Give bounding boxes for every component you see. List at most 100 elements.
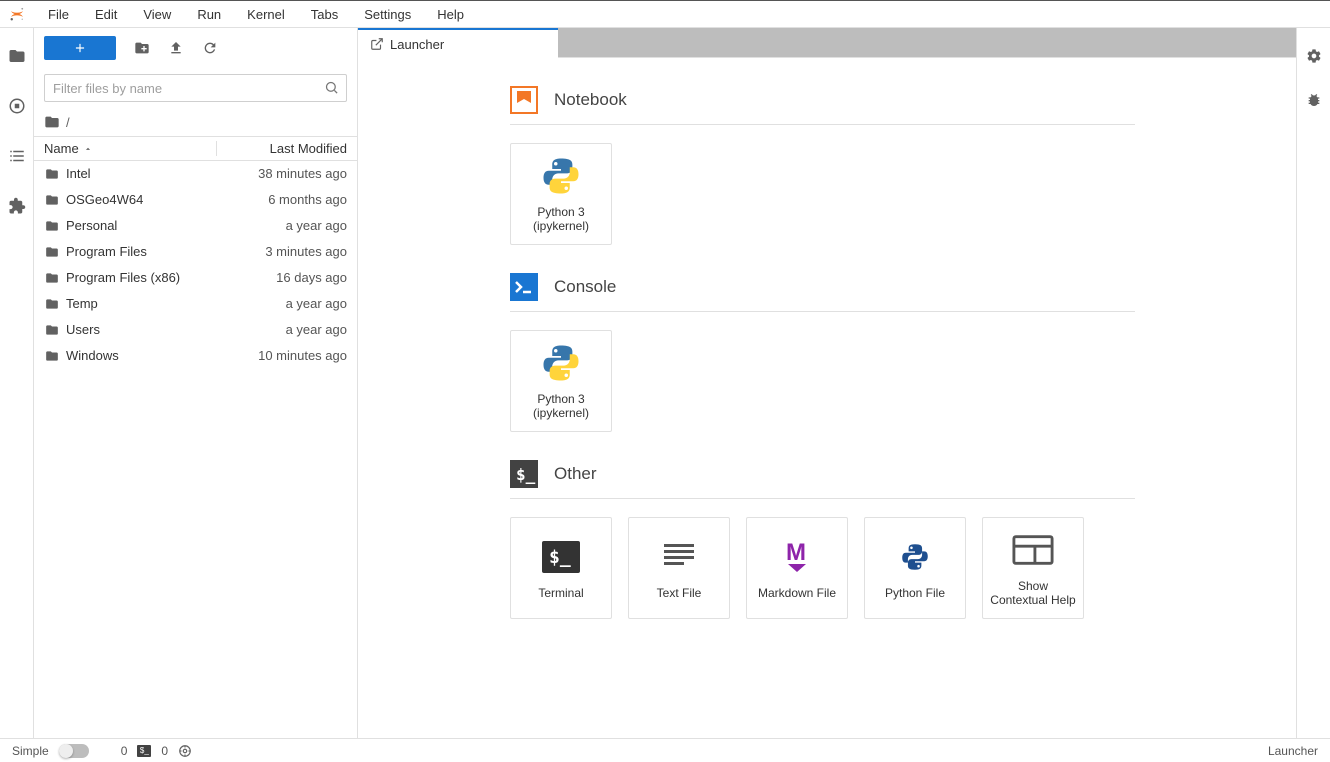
file-modified: 16 days ago [212,269,347,287]
menu-file[interactable]: File [38,4,79,25]
filebrowser-toolbar [34,28,357,60]
file-modified: a year ago [212,217,347,235]
menu-view[interactable]: View [133,4,181,25]
menu-help[interactable]: Help [427,4,474,25]
tab-launcher[interactable]: Launcher [358,28,558,58]
tab-label: Launcher [390,37,444,52]
new-folder-icon[interactable] [134,40,150,56]
folder-icon [44,271,60,285]
file-modified: 3 minutes ago [212,243,347,261]
extensions-tab-icon[interactable] [7,196,27,216]
file-name: Program Files [66,243,147,261]
status-terminals-count[interactable]: 0 [121,744,128,758]
new-launcher-button[interactable] [44,36,116,60]
notebook-section-icon [510,86,538,114]
section-title: Notebook [554,90,627,110]
file-row[interactable]: Intel38 minutes ago [34,161,357,187]
menu-edit[interactable]: Edit [85,4,127,25]
menu-settings[interactable]: Settings [354,4,421,25]
folder-icon [44,349,60,363]
folder-icon [44,245,60,259]
file-name: Windows [66,347,119,365]
svg-text:$_: $_ [549,547,571,568]
breadcrumb[interactable]: / [34,108,357,136]
breadcrumb-root[interactable]: / [66,115,70,130]
menu-run[interactable]: Run [187,4,231,25]
file-filter [44,74,347,102]
file-row[interactable]: Windows 10 minutes ago [34,343,357,369]
terminal-status-icon[interactable]: $_ [137,745,151,757]
svg-text:M: M [786,539,806,566]
launch-icon [370,37,384,51]
status-context: Launcher [1268,744,1318,758]
terminal-icon: $_ [540,536,582,578]
card-label: Python File [885,586,945,600]
menu-list: File Edit View Run Kernel Tabs Settings … [38,4,474,25]
card-label: Text File [657,586,702,600]
file-row[interactable]: Tempa year ago [34,291,357,317]
file-name: Intel [66,165,91,183]
card-python-file[interactable]: Python File [864,517,966,619]
markdown-icon: M [776,536,818,578]
text-file-icon [658,536,700,578]
sort-asc-icon [83,144,93,154]
menu-tabs[interactable]: Tabs [301,4,348,25]
card-console-python3[interactable]: Python 3 (ipykernel) [510,330,612,432]
card-contextual-help[interactable]: Show Contextual Help [982,517,1084,619]
folder-icon [44,167,60,181]
section-console: Console Python 3 (ipykernel) [510,273,1296,432]
debugger-icon[interactable] [1304,90,1324,110]
folder-icon [44,219,60,233]
menu-kernel[interactable]: Kernel [237,4,295,25]
console-section-icon [510,273,538,301]
card-text-file[interactable]: Text File [628,517,730,619]
card-label: Python 3 (ipykernel) [517,205,605,233]
file-modified: 10 minutes ago [212,347,347,365]
upload-icon[interactable] [168,40,184,56]
activity-bar [0,28,34,738]
file-list-header: Name Last Modified [34,136,357,161]
main-area: Launcher Notebook Python 3 (ipy [358,28,1296,738]
help-panel-icon [1012,529,1054,571]
folder-icon [44,323,60,337]
section-notebook: Notebook Python 3 (ipykernel) [510,86,1296,245]
search-icon [324,80,339,95]
refresh-icon[interactable] [202,40,218,56]
folder-icon [44,114,60,130]
python-icon [540,155,582,197]
file-row[interactable]: Program Files (x86) 16 days ago [34,265,357,291]
file-name: Program Files (x86) [66,269,180,287]
card-label: Terminal [538,586,583,600]
file-row[interactable]: Program Files 3 minutes ago [34,239,357,265]
tab-bar: Launcher [358,28,1296,58]
running-tab-icon[interactable] [7,96,27,116]
filebrowser-tab-icon[interactable] [7,46,27,66]
other-section-icon: $_ [510,460,538,488]
card-notebook-python3[interactable]: Python 3 (ipykernel) [510,143,612,245]
file-row[interactable]: Personal a year ago [34,213,357,239]
section-other: $_ Other $_ Terminal Te [510,460,1296,619]
python-icon [540,342,582,384]
file-name: Temp [66,295,98,313]
file-row[interactable]: OSGeo4W646 months ago [34,187,357,213]
file-name: Personal [66,217,117,235]
kernel-status-icon[interactable] [178,744,192,758]
col-header-name[interactable]: Name [44,141,217,156]
file-row[interactable]: Usersa year ago [34,317,357,343]
status-bar: Simple 0 $_ 0 Launcher [0,738,1330,762]
status-kernels-count[interactable]: 0 [161,744,168,758]
toc-tab-icon[interactable] [7,146,27,166]
file-modified: a year ago [212,321,347,339]
card-label: Markdown File [758,586,836,600]
card-markdown-file[interactable]: M Markdown File [746,517,848,619]
file-filter-input[interactable] [44,74,347,102]
folder-icon [44,193,60,207]
property-inspector-icon[interactable] [1304,46,1324,66]
col-header-modified[interactable]: Last Modified [217,141,347,156]
card-label: Python 3 (ipykernel) [517,392,605,420]
simple-mode-toggle[interactable] [59,744,89,758]
card-terminal[interactable]: $_ Terminal [510,517,612,619]
file-name: OSGeo4W64 [66,191,143,209]
svg-text:$_: $_ [516,465,536,484]
python-file-icon [894,536,936,578]
